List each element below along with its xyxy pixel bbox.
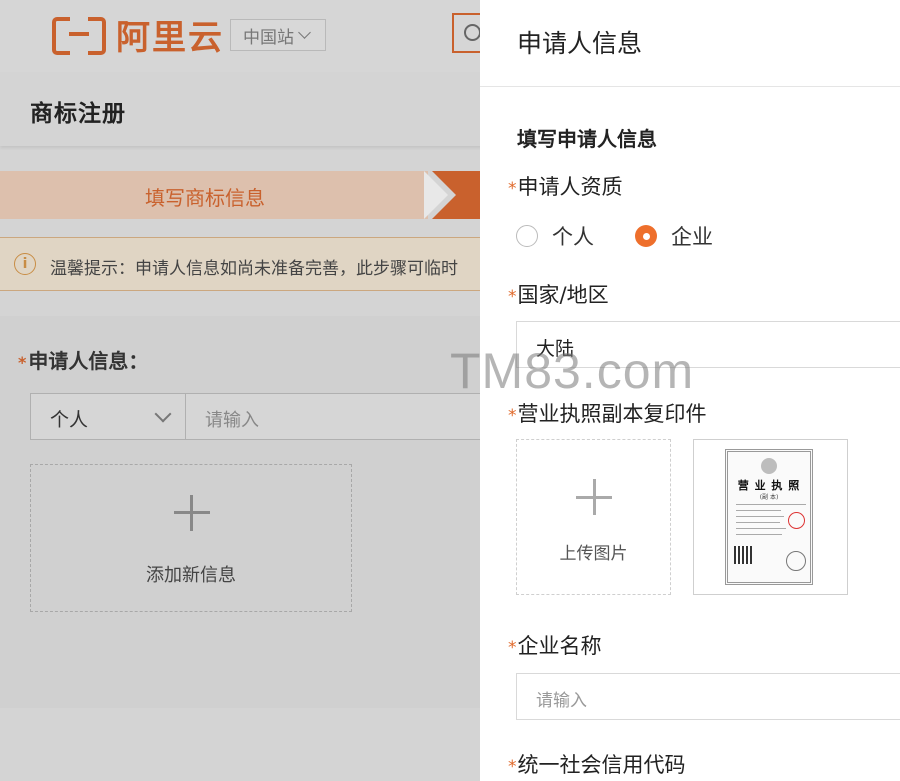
license-label: *营业执照副本复印件 [508, 402, 707, 426]
add-new-info-button[interactable]: 添加新信息 [30, 464, 352, 612]
red-seal-icon [788, 512, 805, 529]
section-title: 填写申请人信息 [517, 127, 657, 151]
site-selector[interactable]: 中国站 [230, 19, 326, 51]
logo-text: 阿里云 [116, 17, 224, 58]
drawer-title: 申请人信息 [517, 29, 643, 58]
tip-banner: i 温馨提示：申请人信息如尚未准备完善，此步骤可临时 [0, 237, 480, 291]
step-next-arrow [432, 171, 456, 219]
qr-code-icon [734, 546, 752, 564]
step-active-label: 填写商标信息 [145, 186, 265, 210]
stamp-icon [786, 551, 806, 571]
region-label: *国家/地区 [508, 283, 609, 307]
applicant-type-value: 个人 [50, 409, 89, 431]
info-icon: i [14, 253, 36, 275]
applicant-name-input[interactable]: 请输入 [185, 393, 480, 440]
required-star: * [508, 287, 517, 307]
business-license-thumbnail: 营 业 执 照 (副 本) [725, 449, 813, 585]
national-emblem-icon [761, 458, 777, 474]
add-new-info-label: 添加新信息 [146, 565, 236, 586]
watermark: TM83.com [450, 343, 695, 399]
applicant-label: * 申请人信息： [18, 349, 149, 373]
radio-personal-label: 个人 [552, 225, 594, 249]
qualification-label: *申请人资质 [508, 175, 623, 199]
applicant-type-select[interactable]: 个人 [30, 393, 186, 440]
required-star: * [508, 757, 517, 777]
applicant-name-placeholder: 请输入 [205, 410, 259, 431]
chevron-down-icon [298, 26, 311, 39]
license-subtitle: (副 本) [759, 494, 779, 501]
company-name-input[interactable]: 请输入 [516, 673, 900, 720]
radio-enterprise-label: 企业 [671, 225, 713, 249]
company-name-label: *企业名称 [508, 634, 602, 658]
step-progress: 填写商标信息 [0, 171, 486, 219]
aliyun-logo-icon [52, 17, 106, 55]
required-star: * [18, 353, 27, 372]
license-title: 营 业 执 照 [737, 479, 801, 492]
radio-circle [516, 225, 538, 247]
tip-text: 温馨提示：申请人信息如尚未准备完善，此步骤可临时 [50, 259, 458, 279]
required-star: * [508, 179, 517, 199]
aliyun-logo[interactable]: 阿里云 [52, 14, 224, 58]
step-active: 填写商标信息 [0, 171, 428, 219]
required-star: * [508, 406, 517, 426]
radio-enterprise[interactable]: 企业 [635, 221, 713, 251]
upload-image-button[interactable]: 上传图片 [516, 439, 671, 595]
chevron-down-icon [154, 405, 172, 423]
search-icon [464, 24, 481, 41]
page-title: 商标注册 [30, 101, 126, 127]
radio-personal[interactable]: 个人 [516, 221, 594, 251]
company-name-placeholder: 请输入 [536, 691, 587, 711]
credit-code-label: *统一社会信用代码 [508, 753, 686, 777]
required-star: * [508, 638, 517, 658]
drawer-header: 申请人信息 [480, 0, 900, 87]
site-selector-label: 中国站 [243, 27, 294, 48]
license-sample-image[interactable]: 营 业 执 照 (副 本) [693, 439, 848, 595]
upload-label: 上传图片 [559, 544, 628, 564]
radio-circle-checked [635, 225, 657, 247]
